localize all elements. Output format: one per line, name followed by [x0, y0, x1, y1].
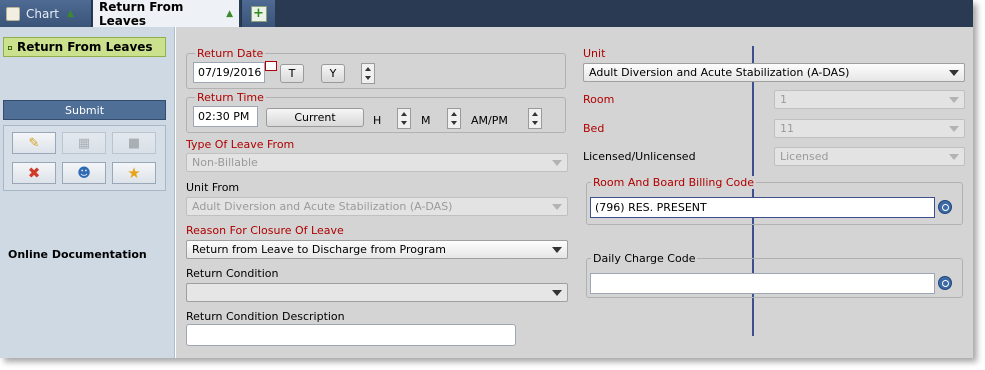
licensed-value: Licensed [780, 150, 829, 163]
search-icon[interactable] [938, 276, 952, 290]
add-icon: + [250, 5, 267, 22]
sticky-note-icon: ■ [127, 135, 141, 151]
calendar-icon[interactable] [265, 61, 277, 71]
reason-select[interactable]: Return from Leave to Discharge from Prog… [186, 240, 568, 259]
current-time-button[interactable]: Current [266, 108, 364, 127]
submit-button[interactable]: Submit [3, 100, 166, 120]
document-icon: ▦ [77, 135, 91, 151]
licensed-label: Licensed/Unlicensed [583, 150, 696, 163]
licensed-select[interactable]: Licensed [774, 147, 965, 166]
delete-button[interactable]: ✖ [12, 162, 56, 184]
tab-chart-label: Chart [26, 6, 59, 21]
cancel-icon: ✖ [27, 164, 41, 182]
bed-select[interactable]: 11 [774, 119, 965, 138]
note-button[interactable]: ■ [112, 132, 156, 154]
star-icon: ★ [127, 164, 141, 182]
return-date-legend: Return Date [195, 47, 266, 60]
ampm-label: AM/PM [471, 114, 508, 127]
unit-select[interactable]: Adult Diversion and Acute Stabilization … [583, 63, 965, 82]
unit-label: Unit [583, 47, 606, 60]
tab-bar: Chart ▲ Return From Leaves ▲ + [0, 0, 973, 28]
search-icon[interactable] [938, 200, 952, 214]
return-condition-label: Return Condition [186, 267, 279, 280]
unit-value: Adult Diversion and Acute Stabilization … [589, 66, 850, 79]
sidebar: Return From Leaves Submit ✎ ▦ ■ ✖ ☻ ★ On… [0, 27, 175, 358]
unit-from-value: Adult Diversion and Acute Stabilization … [192, 200, 453, 213]
chevron-down-icon [552, 204, 562, 210]
window: Chart ▲ Return From Leaves ▲ + Return Fr… [0, 0, 973, 358]
daily-charge-legend: Daily Charge Code [591, 252, 698, 265]
pin-icon[interactable]: ▲ [226, 9, 233, 19]
assign-button[interactable]: ☻ [62, 162, 106, 184]
room-value: 1 [780, 93, 787, 106]
main-form: Return Date 07/19/2016 T Y Return Time 0… [176, 27, 973, 358]
return-condition-desc-label: Return Condition Description [186, 310, 345, 323]
room-board-legend: Room And Board Billing Code [591, 176, 757, 189]
ampm-spinner[interactable] [528, 108, 542, 129]
bed-label: Bed [583, 122, 605, 135]
pin-icon[interactable]: ▲ [67, 9, 74, 19]
tab-return-from-leaves[interactable]: Return From Leaves ▲ [93, 0, 239, 28]
minute-spinner[interactable] [447, 108, 461, 129]
new-note-icon: ✎ [28, 135, 40, 151]
type-of-leave-label: Type Of Leave From [186, 138, 295, 151]
tab-chart[interactable]: Chart ▲ [0, 0, 92, 27]
daily-charge-input[interactable] [590, 273, 935, 294]
yesterday-button[interactable]: Y [321, 64, 345, 83]
reason-value: Return from Leave to Discharge from Prog… [192, 243, 446, 256]
return-time-legend: Return Time [195, 91, 266, 104]
hour-label: H [373, 114, 382, 127]
tab-active-label: Return From Leaves [99, 0, 184, 28]
chevron-down-icon [949, 70, 959, 76]
room-select[interactable]: 1 [774, 90, 965, 109]
favorite-button[interactable]: ★ [112, 162, 156, 184]
chevron-down-icon [552, 290, 562, 296]
unit-from-select[interactable]: Adult Diversion and Acute Stabilization … [186, 197, 568, 216]
today-button[interactable]: T [280, 64, 304, 83]
reason-label: Reason For Closure Of Leave [186, 224, 344, 237]
sign-button[interactable]: ▦ [62, 132, 106, 154]
return-condition-desc-input[interactable] [186, 324, 516, 346]
chevron-down-icon [949, 154, 959, 160]
users-icon: ☻ [77, 165, 91, 181]
type-of-leave-select[interactable]: Non-Billable [186, 153, 568, 172]
minute-label: M [421, 114, 431, 127]
type-of-leave-value: Non-Billable [192, 156, 258, 169]
new-note-button[interactable]: ✎ [12, 132, 56, 154]
hour-spinner[interactable] [397, 108, 411, 129]
sidebar-item-return-from-leaves[interactable]: Return From Leaves [3, 37, 166, 57]
return-condition-select[interactable] [186, 283, 568, 302]
toolbar-panel: ✎ ▦ ■ ✖ ☻ ★ [3, 125, 166, 191]
chevron-down-icon [949, 97, 959, 103]
bed-value: 11 [780, 122, 794, 135]
chevron-down-icon [552, 160, 562, 166]
return-time-input[interactable]: 02:30 PM [193, 106, 258, 127]
date-spinner[interactable] [361, 63, 375, 84]
room-board-input[interactable]: (796) RES. PRESENT [590, 197, 935, 218]
sidebar-item-label: Return From Leaves [17, 40, 153, 54]
chevron-down-icon [949, 126, 959, 132]
chart-icon [6, 6, 20, 21]
unit-from-label: Unit From [186, 181, 240, 194]
room-label: Room [583, 93, 615, 106]
return-date-input[interactable]: 07/19/2016 [193, 62, 265, 83]
online-documentation-link[interactable]: Online Documentation [8, 248, 147, 261]
add-tab-button[interactable]: + [241, 0, 275, 27]
chevron-down-icon [552, 247, 562, 253]
bullet-icon [8, 45, 12, 50]
